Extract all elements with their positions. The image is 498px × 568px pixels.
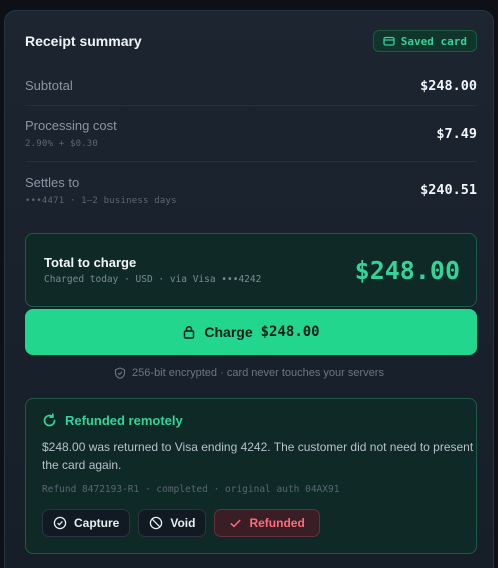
total-panel: Total to charge Charged today · USD · vi…	[25, 233, 477, 307]
total-amount: $248.00	[354, 255, 460, 285]
refunded-label: Refunded	[249, 516, 305, 530]
security-note: 256-bit encrypted · card never touches y…	[5, 367, 493, 379]
settles-value: $240.51	[420, 182, 477, 198]
check-circle-icon	[53, 516, 67, 530]
refund-panel: Refunded remotely $248.00 was returned t…	[25, 398, 477, 554]
receipt-card: Receipt summary Saved card Subtotal $248…	[4, 10, 494, 568]
saved-card-badge: Saved card	[372, 30, 477, 52]
charge-amount: $248.00	[260, 324, 320, 340]
saved-card-label: Saved card	[400, 34, 467, 48]
receipt-rows: Subtotal $248.00 Processing cost 2.90% +…	[25, 66, 477, 218]
void-button[interactable]: Void	[138, 509, 207, 537]
receipt-title: Receipt summary	[25, 33, 142, 49]
charge-button[interactable]: Charge $248.00	[25, 309, 477, 355]
processing-value: $7.49	[436, 125, 477, 142]
total-detail: Charged today · USD · via Visa •••4242	[44, 274, 262, 285]
refund-title: Refunded remotely	[65, 413, 183, 428]
subtotal-value: $248.00	[420, 77, 477, 94]
processing-rate: 2.90% + $0.30	[25, 139, 99, 149]
lock-icon	[184, 325, 195, 339]
processing-row: Processing cost 2.90% + $0.30 $7.49	[25, 106, 477, 162]
settles-label: Settles to	[25, 174, 80, 190]
card-icon	[383, 36, 395, 46]
checkmark-icon	[230, 519, 242, 527]
refund-title-row: Refunded remotely	[42, 413, 460, 428]
processing-label: Processing cost	[25, 118, 117, 133]
refresh-icon	[43, 413, 56, 427]
capture-label: Capture	[74, 516, 120, 530]
receipt-header: Receipt summary Saved card	[25, 28, 477, 54]
shield-icon	[114, 367, 126, 379]
subtotal-row: Subtotal $248.00	[25, 66, 477, 106]
security-text: 256-bit encrypted · card never touches y…	[132, 367, 384, 379]
charge-label: Charge	[204, 324, 253, 340]
refund-actions: Capture Void Refunded	[42, 509, 460, 537]
refund-meta: Refund 8472193-R1 · completed · original…	[42, 484, 340, 495]
void-icon	[150, 516, 163, 530]
refund-description: $248.00 was returned to Visa ending 4242…	[42, 440, 474, 472]
refunded-button[interactable]: Refunded	[214, 509, 320, 537]
subtotal-label: Subtotal	[25, 78, 73, 93]
capture-button[interactable]: Capture	[42, 509, 131, 537]
settles-detail: •••4471 · 1–2 business days	[25, 195, 177, 206]
total-label: Total to charge	[44, 255, 137, 270]
settles-row: Settles to •••4471 · 1–2 business days $…	[25, 162, 477, 218]
void-label: Void	[170, 516, 196, 530]
